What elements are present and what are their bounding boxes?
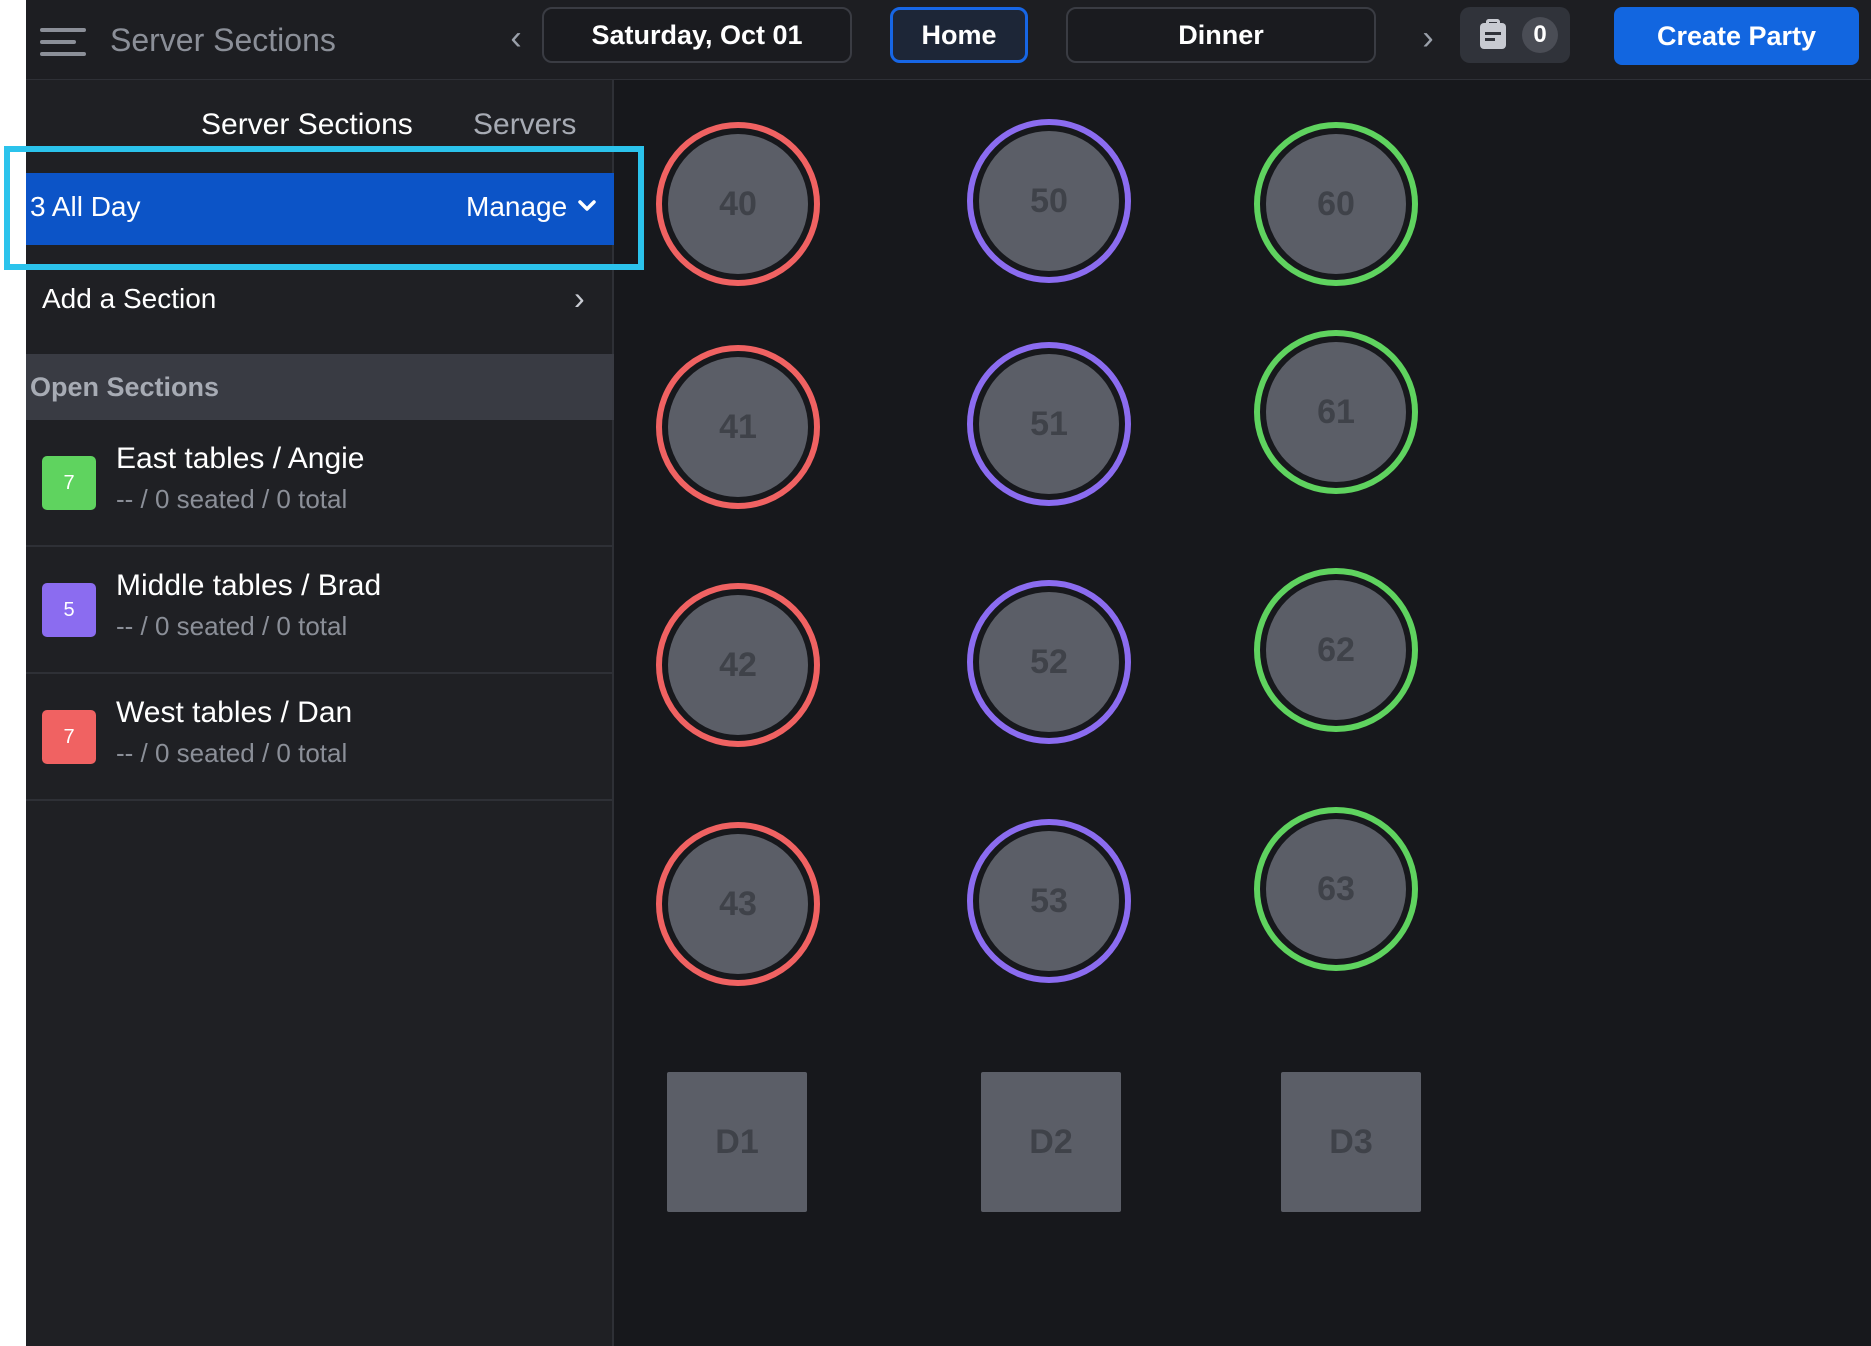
- section-count-badge: 7: [42, 456, 96, 510]
- table-51[interactable]: 51: [967, 342, 1131, 506]
- section-name: East tables / Angie: [116, 442, 365, 475]
- table-number: 50: [979, 131, 1119, 271]
- chevron-right-icon: ›: [574, 280, 585, 316]
- open-sections-header: Open Sections: [26, 354, 614, 420]
- table-41[interactable]: 41: [656, 345, 820, 509]
- section-name: Middle tables / Brad: [116, 569, 382, 602]
- sidebar: Server Sections Servers 3 All Day Manage…: [4, 80, 644, 1346]
- waitlist-count-badge: 0: [1522, 17, 1558, 53]
- table-43[interactable]: 43: [656, 822, 820, 986]
- section-stats: -- / 0 seated / 0 total: [116, 611, 348, 641]
- table-42[interactable]: 42: [656, 583, 820, 747]
- tab-servers[interactable]: Servers: [473, 108, 576, 142]
- section-name: West tables / Dan: [116, 696, 353, 729]
- table-53[interactable]: 53: [967, 819, 1131, 983]
- waitlist-button[interactable]: 0: [1460, 7, 1570, 63]
- table-40[interactable]: 40: [656, 122, 820, 286]
- table-d2[interactable]: D2: [981, 1072, 1121, 1212]
- top-bar: Server Sections ‹ Saturday, Oct 01 Home …: [26, 0, 1871, 80]
- table-number: 43: [668, 834, 808, 974]
- add-section-label: Add a Section: [42, 283, 217, 314]
- table-number: 42: [668, 595, 808, 735]
- create-party-button[interactable]: Create Party: [1614, 7, 1859, 65]
- section-row-east[interactable]: 7 East tables / Angie -- / 0 seated / 0 …: [26, 420, 614, 547]
- open-sections-label: Open Sections: [30, 372, 220, 402]
- hamburger-menu-icon[interactable]: [40, 28, 86, 58]
- chevron-left-icon[interactable]: ‹: [496, 18, 536, 58]
- table-number: 62: [1266, 580, 1406, 720]
- section-count-badge: 5: [42, 583, 96, 637]
- table-number: 63: [1266, 819, 1406, 959]
- table-number: 61: [1266, 342, 1406, 482]
- tab-server-sections[interactable]: Server Sections: [201, 108, 413, 142]
- clipboard-icon: [1480, 19, 1506, 49]
- table-63[interactable]: 63: [1254, 807, 1418, 971]
- table-number: 52: [979, 592, 1119, 732]
- section-stats: -- / 0 seated / 0 total: [116, 484, 348, 514]
- add-section-button[interactable]: Add a Section ›: [26, 272, 614, 354]
- section-stats: -- / 0 seated / 0 total: [116, 738, 348, 768]
- date-picker-button[interactable]: Saturday, Oct 01: [542, 7, 852, 63]
- table-52[interactable]: 52: [967, 580, 1131, 744]
- table-d3[interactable]: D3: [1281, 1072, 1421, 1212]
- section-row-middle[interactable]: 5 Middle tables / Brad -- / 0 seated / 0…: [26, 547, 614, 674]
- shift-selector[interactable]: 3 All Day Manage: [26, 173, 614, 245]
- page-title: Server Sections: [110, 22, 336, 58]
- shift-label: 3 All Day: [30, 191, 141, 222]
- table-number: 53: [979, 831, 1119, 971]
- manage-button[interactable]: Manage: [466, 191, 567, 223]
- chevron-down-icon: [578, 200, 596, 211]
- section-row-west[interactable]: 7 West tables / Dan -- / 0 seated / 0 to…: [26, 674, 614, 801]
- meal-period-button[interactable]: Dinner: [1066, 7, 1376, 63]
- table-number: 40: [668, 134, 808, 274]
- home-button[interactable]: Home: [890, 7, 1028, 63]
- table-number: 60: [1266, 134, 1406, 274]
- table-d1[interactable]: D1: [667, 1072, 807, 1212]
- chevron-right-icon[interactable]: ›: [1408, 18, 1448, 58]
- table-50[interactable]: 50: [967, 119, 1131, 283]
- table-60[interactable]: 60: [1254, 122, 1418, 286]
- app: Server Sections ‹ Saturday, Oct 01 Home …: [4, 0, 1871, 1346]
- table-number: 41: [668, 357, 808, 497]
- table-number: 51: [979, 354, 1119, 494]
- table-61[interactable]: 61: [1254, 330, 1418, 494]
- table-62[interactable]: 62: [1254, 568, 1418, 732]
- section-count-badge: 7: [42, 710, 96, 764]
